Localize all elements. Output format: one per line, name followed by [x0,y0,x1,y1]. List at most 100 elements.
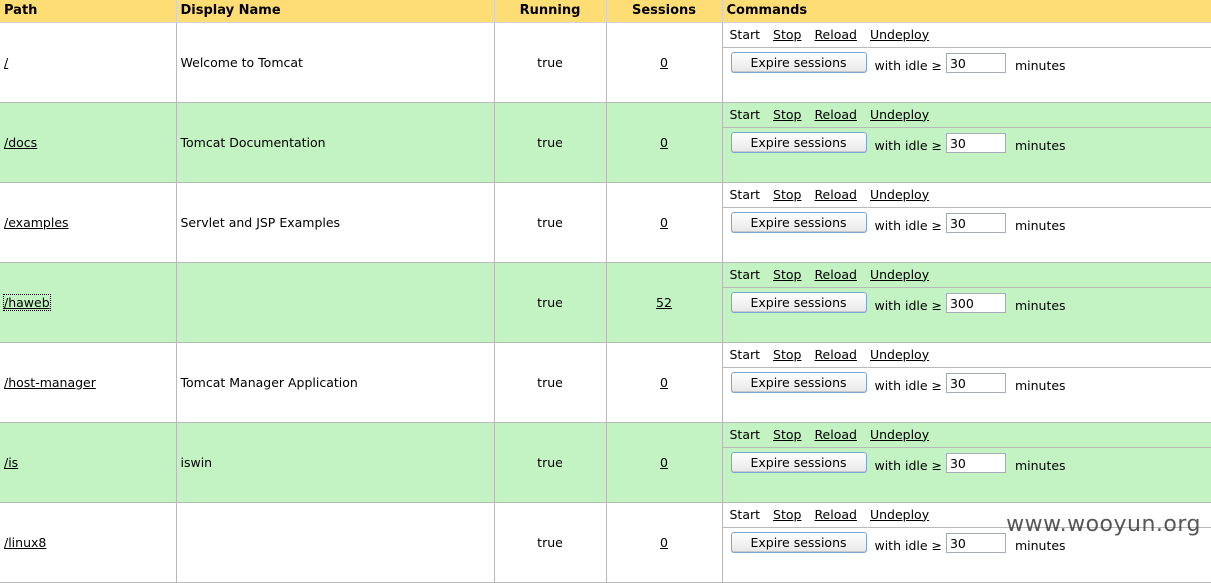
path-link-label: /docs [4,135,37,150]
table-row: /host-manager Tomcat Manager Application… [0,342,1211,422]
path-link[interactable]: / [4,55,8,70]
undeploy-link[interactable]: Undeploy [870,267,929,282]
sessions-link[interactable]: 0 [660,455,668,470]
path-link[interactable]: /is [4,455,18,470]
path-cell: /host-manager [0,342,176,422]
table-header-row: Path Display Name Running Sessions Comma… [0,0,1211,22]
sessions-cell: 0 [606,22,722,102]
idle-minutes-input[interactable]: 30 [946,53,1006,73]
minutes-label: minutes [1015,138,1066,153]
reload-link[interactable]: Reload [814,347,857,362]
with-idle-label: with idle ≥ [874,298,942,313]
path-link[interactable]: /examples [4,215,69,230]
stop-link[interactable]: Stop [773,27,801,42]
running-cell: true [494,422,606,502]
expire-sessions-form: Expire sessions with idle ≥ 30 minutes [723,448,1211,502]
expire-sessions-button[interactable]: Expire sessions [731,532,867,553]
path-cell: /is [0,422,176,502]
path-link[interactable]: /host-manager [4,375,96,390]
expire-sessions-button[interactable]: Expire sessions [731,212,867,233]
sessions-cell: 0 [606,182,722,262]
sessions-link[interactable]: 0 [660,535,668,550]
undeploy-link[interactable]: Undeploy [870,107,929,122]
sessions-cell: 0 [606,422,722,502]
table-row: /is iswin true 0 Start Stop Reload Undep… [0,422,1211,502]
sessions-cell: 0 [606,502,722,582]
stop-link[interactable]: Stop [773,427,801,442]
idle-minutes-input[interactable]: 30 [946,453,1006,473]
sessions-cell: 0 [606,102,722,182]
expire-sessions-form: Expire sessions with idle ≥ 30 minutes [723,48,1211,102]
stop-link[interactable]: Stop [773,347,801,362]
start-label: Start [730,347,761,362]
minutes-label: minutes [1015,538,1066,553]
undeploy-link[interactable]: Undeploy [870,347,929,362]
command-links: Start Stop Reload Undeploy [723,103,1211,128]
sessions-link[interactable]: 52 [656,295,672,310]
path-link[interactable]: /linux8 [4,535,46,550]
running-cell: true [494,102,606,182]
reload-link[interactable]: Reload [814,267,857,282]
with-idle-label: with idle ≥ [874,378,942,393]
commands-cell: Start Stop Reload Undeploy Expire sessio… [722,22,1211,102]
stop-link[interactable]: Stop [773,187,801,202]
path-link[interactable]: /docs [4,135,37,150]
expire-sessions-form: Expire sessions with idle ≥ 30 minutes [723,128,1211,182]
idle-minutes-input[interactable]: 30 [946,373,1006,393]
sessions-link[interactable]: 0 [660,215,668,230]
watermark: www.wooyun.org [1006,512,1201,537]
running-cell: true [494,342,606,422]
expire-sessions-button[interactable]: Expire sessions [731,372,867,393]
minutes-label: minutes [1015,218,1066,233]
start-label: Start [730,187,761,202]
stop-link[interactable]: Stop [773,507,801,522]
path-link[interactable]: /haweb [4,295,50,310]
idle-minutes-input[interactable]: 30 [946,213,1006,233]
header-display-name: Display Name [176,0,494,22]
reload-link[interactable]: Reload [814,507,857,522]
reload-link[interactable]: Reload [814,427,857,442]
undeploy-link[interactable]: Undeploy [870,187,929,202]
undeploy-link[interactable]: Undeploy [870,427,929,442]
reload-link[interactable]: Reload [814,27,857,42]
expire-sessions-form: Expire sessions with idle ≥ 30 minutes [723,208,1211,262]
running-cell: true [494,182,606,262]
expire-sessions-button[interactable]: Expire sessions [731,452,867,473]
commands-cell: Start Stop Reload Undeploy Expire sessio… [722,102,1211,182]
table-row: / Welcome to Tomcat true 0 Start Stop Re… [0,22,1211,102]
sessions-link[interactable]: 0 [660,375,668,390]
header-commands: Commands [722,0,1211,22]
sessions-link[interactable]: 0 [660,55,668,70]
idle-minutes-input[interactable]: 30 [946,133,1006,153]
reload-link[interactable]: Reload [814,187,857,202]
start-label: Start [730,507,761,522]
idle-minutes-input[interactable]: 300 [946,293,1006,313]
minutes-label: minutes [1015,298,1066,313]
with-idle-label: with idle ≥ [874,218,942,233]
display-name-cell [176,262,494,342]
path-cell: /linux8 [0,502,176,582]
sessions-link[interactable]: 0 [660,135,668,150]
undeploy-link[interactable]: Undeploy [870,27,929,42]
table-row: /haweb true 52 Start Stop Reload Undeplo… [0,262,1211,342]
stop-link[interactable]: Stop [773,267,801,282]
path-cell: /docs [0,102,176,182]
undeploy-link[interactable]: Undeploy [870,507,929,522]
expire-sessions-button[interactable]: Expire sessions [731,132,867,153]
path-link-label: / [4,55,8,70]
with-idle-label: with idle ≥ [874,58,942,73]
stop-link[interactable]: Stop [773,107,801,122]
commands-cell: Start Stop Reload Undeploy Expire sessio… [722,182,1211,262]
header-sessions: Sessions [606,0,722,22]
commands-cell: Start Stop Reload Undeploy Expire sessio… [722,422,1211,502]
display-name-cell: iswin [176,422,494,502]
idle-minutes-input[interactable]: 30 [946,533,1006,553]
expire-sessions-button[interactable]: Expire sessions [731,292,867,313]
expire-sessions-button[interactable]: Expire sessions [731,52,867,73]
path-link-label: /examples [4,215,69,230]
running-cell: true [494,22,606,102]
commands-cell: Start Stop Reload Undeploy Expire sessio… [722,262,1211,342]
reload-link[interactable]: Reload [814,107,857,122]
applications-table: Path Display Name Running Sessions Comma… [0,0,1211,583]
command-links: Start Stop Reload Undeploy [723,23,1211,48]
